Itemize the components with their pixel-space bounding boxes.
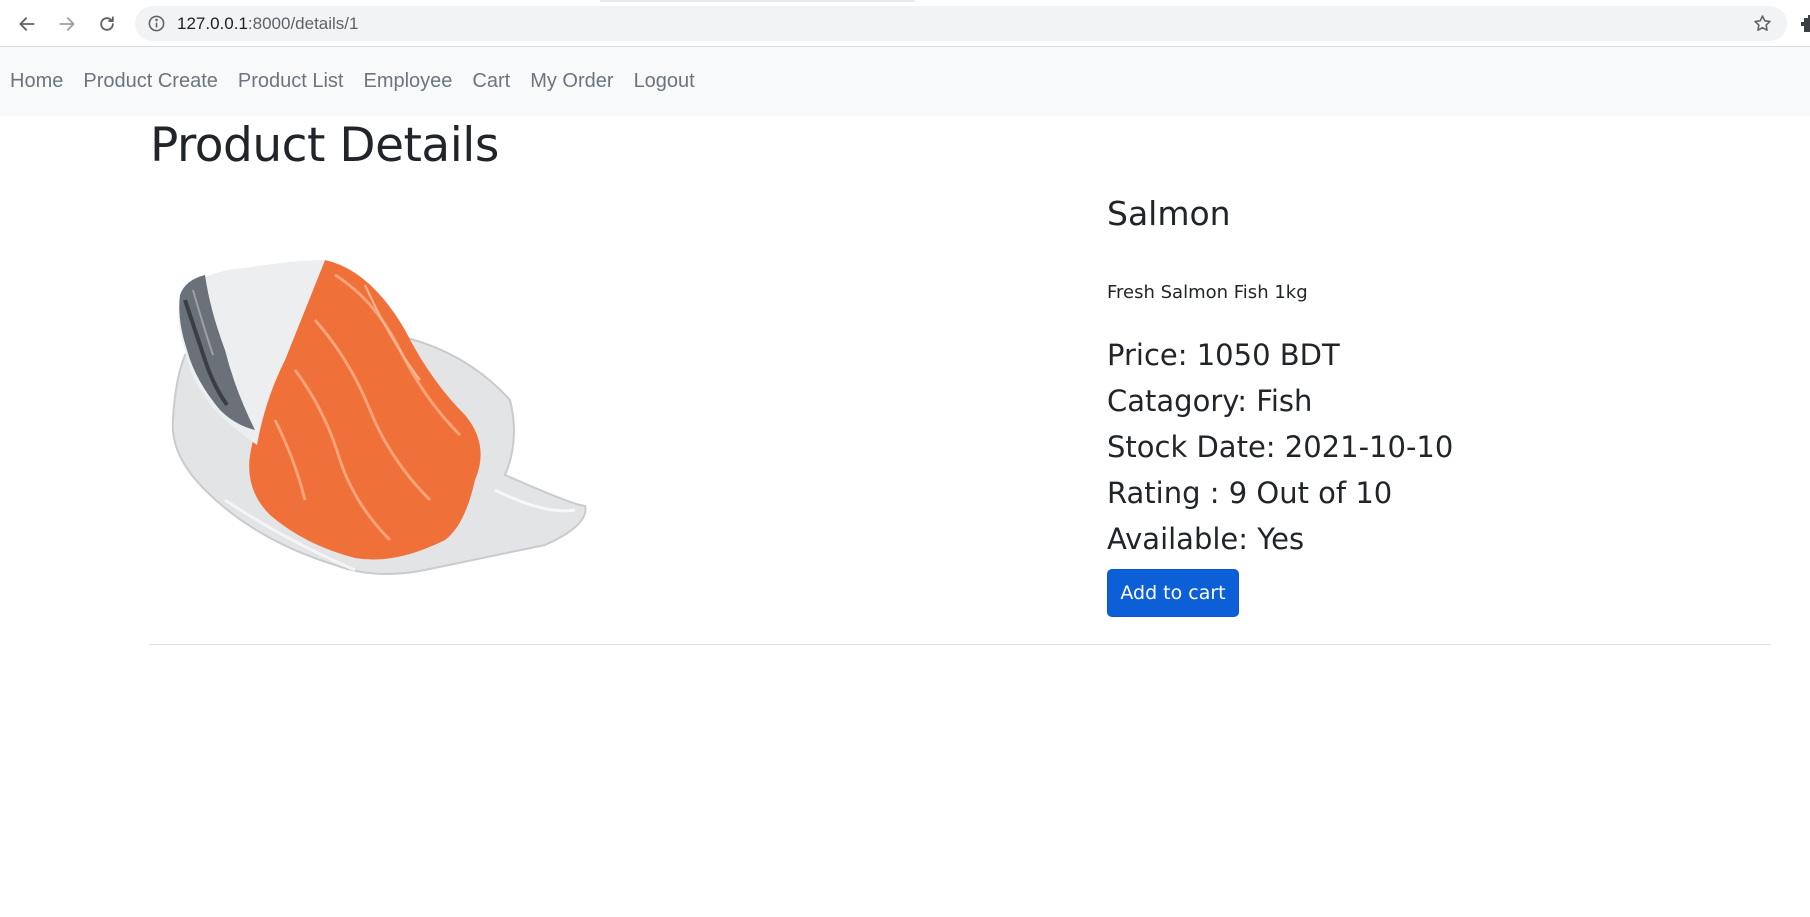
url-text[interactable]: 127.0.0.1:8000/details/1: [177, 14, 359, 34]
nav-link-cart[interactable]: Cart: [472, 70, 510, 93]
product-rating: Rating : 9 Out of 10: [1107, 476, 1393, 510]
nav-link-employee[interactable]: Employee: [363, 70, 452, 93]
product-category: Catagory: Fish: [1107, 384, 1313, 418]
forward-button[interactable]: [52, 9, 82, 39]
address-bar[interactable]: 127.0.0.1:8000/details/1: [135, 6, 1787, 41]
arrow-left-icon: [19, 17, 35, 31]
product-image: [165, 240, 600, 590]
browser-toolbar: 127.0.0.1:8000/details/1: [0, 0, 1810, 47]
url-host: 127.0.0.1: [177, 14, 248, 33]
reload-icon: [100, 16, 114, 31]
arrow-right-icon: [59, 17, 75, 31]
nav-link-logout[interactable]: Logout: [634, 70, 695, 93]
product-description: Fresh Salmon Fish 1kg: [1107, 282, 1308, 303]
site-info-icon[interactable]: [147, 14, 166, 33]
site-navbar: Home Product Create Product List Employe…: [0, 47, 1810, 116]
add-to-cart-button[interactable]: Add to cart: [1107, 569, 1239, 617]
tab-strip-edge: [600, 0, 915, 2]
nav-link-my-order[interactable]: My Order: [530, 70, 613, 93]
extension-icon[interactable]: [1798, 12, 1810, 36]
back-button[interactable]: [12, 9, 42, 39]
url-path: :8000/details/1: [247, 14, 359, 33]
bookmark-star-icon[interactable]: [1752, 13, 1773, 34]
page-title: Product Details: [150, 118, 499, 173]
content-divider: [149, 644, 1770, 645]
product-availability: Available: Yes: [1107, 522, 1305, 556]
reload-button[interactable]: [92, 9, 122, 39]
product-name: Salmon: [1107, 194, 1231, 233]
nav-link-product-create[interactable]: Product Create: [83, 70, 218, 93]
nav-link-home[interactable]: Home: [10, 70, 63, 93]
product-price: Price: 1050 BDT: [1107, 338, 1340, 372]
nav-link-product-list[interactable]: Product List: [238, 70, 344, 93]
product-stock-date: Stock Date: 2021-10-10: [1107, 430, 1454, 464]
